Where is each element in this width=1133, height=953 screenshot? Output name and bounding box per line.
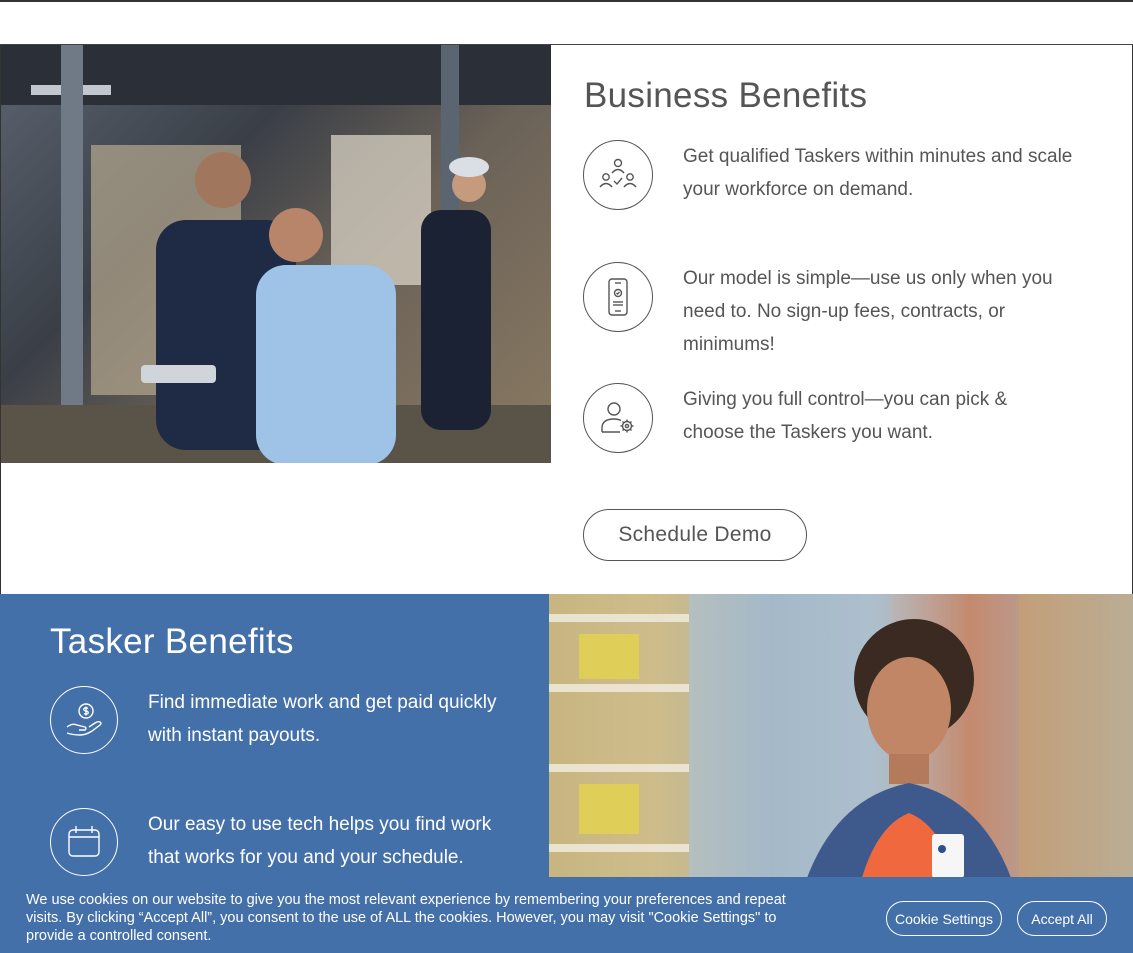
calendar-icon [50,808,118,876]
tasker-benefits-title: Tasker Benefits [50,622,294,661]
tasker-benefit-text: Our easy to use tech helps you find work… [148,814,492,868]
schedule-demo-button[interactable]: Schedule Demo [583,509,807,561]
hand-dollar-icon [50,686,118,754]
accept-all-button[interactable]: Accept All [1017,901,1107,936]
cookie-settings-button[interactable]: Cookie Settings [886,901,1002,936]
business-benefits-section: Business Benefits Get qualified Taskers … [0,45,1133,594]
cookie-consent-text: We use cookies on our website to give yo… [26,892,786,944]
phone-check-icon [583,262,653,332]
top-nav-bar [0,0,1133,45]
tasker-benefit-text: Find immediate work and get paid quickly… [148,692,497,746]
user-gear-icon [583,383,653,453]
business-benefit-text: Giving you full control—you can pick & c… [683,389,1008,443]
team-check-icon [583,140,653,210]
business-benefit-text: Our model is simple—use us only when you… [683,268,1053,355]
warehouse-photo [1,45,551,463]
cookie-consent-banner: We use cookies on our website to give yo… [0,877,1133,953]
business-benefits-title: Business Benefits [584,76,868,115]
business-benefit-text: Get qualified Taskers within minutes and… [683,146,1073,200]
